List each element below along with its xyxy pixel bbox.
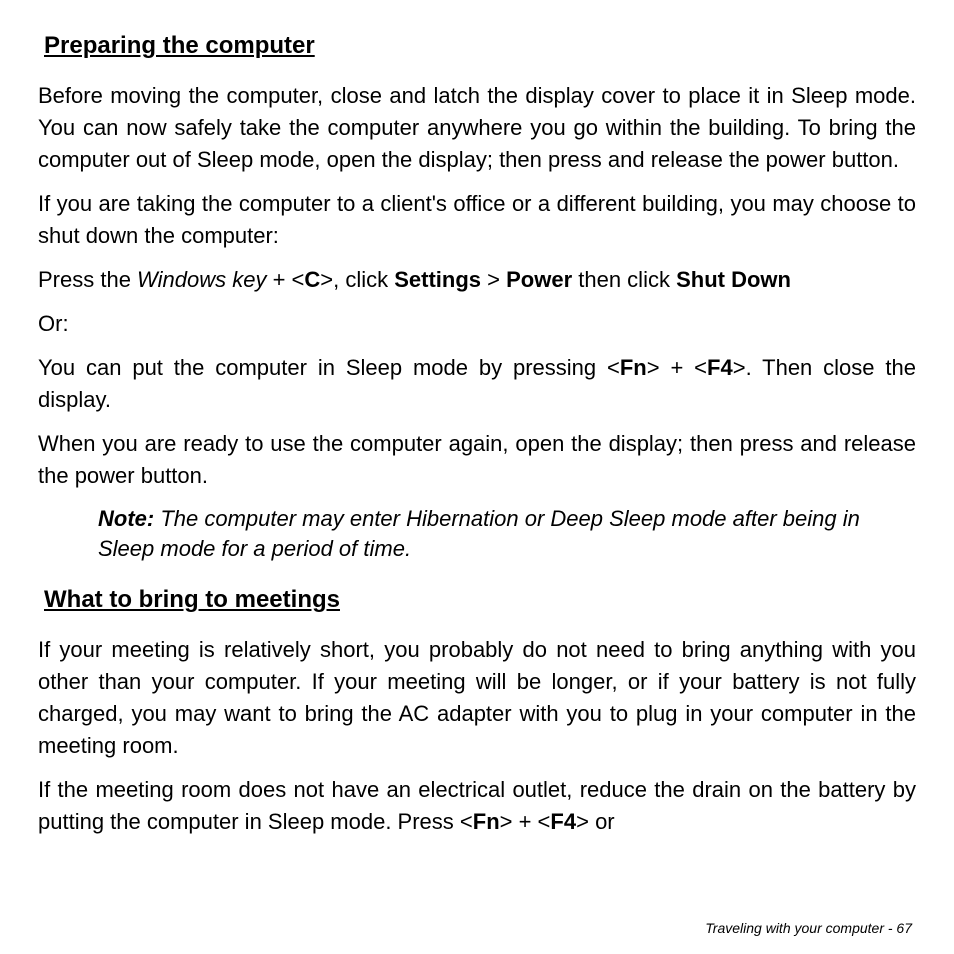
- text: > + <: [500, 809, 551, 834]
- note-block: Note: The computer may enter Hibernation…: [98, 504, 916, 564]
- windows-key-label: Windows key: [137, 267, 266, 292]
- paragraph: Before moving the computer, close and la…: [38, 80, 916, 176]
- paragraph-sleep-key: If the meeting room does not have an ele…: [38, 774, 916, 838]
- paragraph: If you are taking the computer to a clie…: [38, 188, 916, 252]
- paragraph-shortcut: Press the Windows key + <C>, click Setti…: [38, 264, 916, 296]
- paragraph: If your meeting is relatively short, you…: [38, 634, 916, 762]
- text: > + <: [647, 355, 707, 380]
- text: then click: [572, 267, 676, 292]
- key-fn: Fn: [473, 809, 500, 834]
- or-text: Or:: [38, 308, 916, 340]
- power-label: Power: [506, 267, 572, 292]
- settings-label: Settings: [394, 267, 481, 292]
- text: >: [481, 267, 506, 292]
- text: Press the: [38, 267, 137, 292]
- key-f4: F4: [550, 809, 576, 834]
- text: You can put the computer in Sleep mode b…: [38, 355, 620, 380]
- text: > or: [576, 809, 615, 834]
- note-text: The computer may enter Hibernation or De…: [98, 506, 860, 561]
- shutdown-label: Shut Down: [676, 267, 791, 292]
- section-heading-meetings: What to bring to meetings: [44, 586, 916, 614]
- section-heading-preparing: Preparing the computer: [44, 32, 916, 60]
- page-footer: Traveling with your computer - 67: [705, 920, 912, 936]
- paragraph-sleep-key: You can put the computer in Sleep mode b…: [38, 352, 916, 416]
- key-fn: Fn: [620, 355, 647, 380]
- key-c: C: [304, 267, 320, 292]
- text: + <: [266, 267, 304, 292]
- note-label: Note:: [98, 506, 154, 531]
- text: >, click: [320, 267, 394, 292]
- key-f4: F4: [707, 355, 733, 380]
- document-page: Preparing the computer Before moving the…: [0, 0, 954, 954]
- paragraph: When you are ready to use the computer a…: [38, 428, 916, 492]
